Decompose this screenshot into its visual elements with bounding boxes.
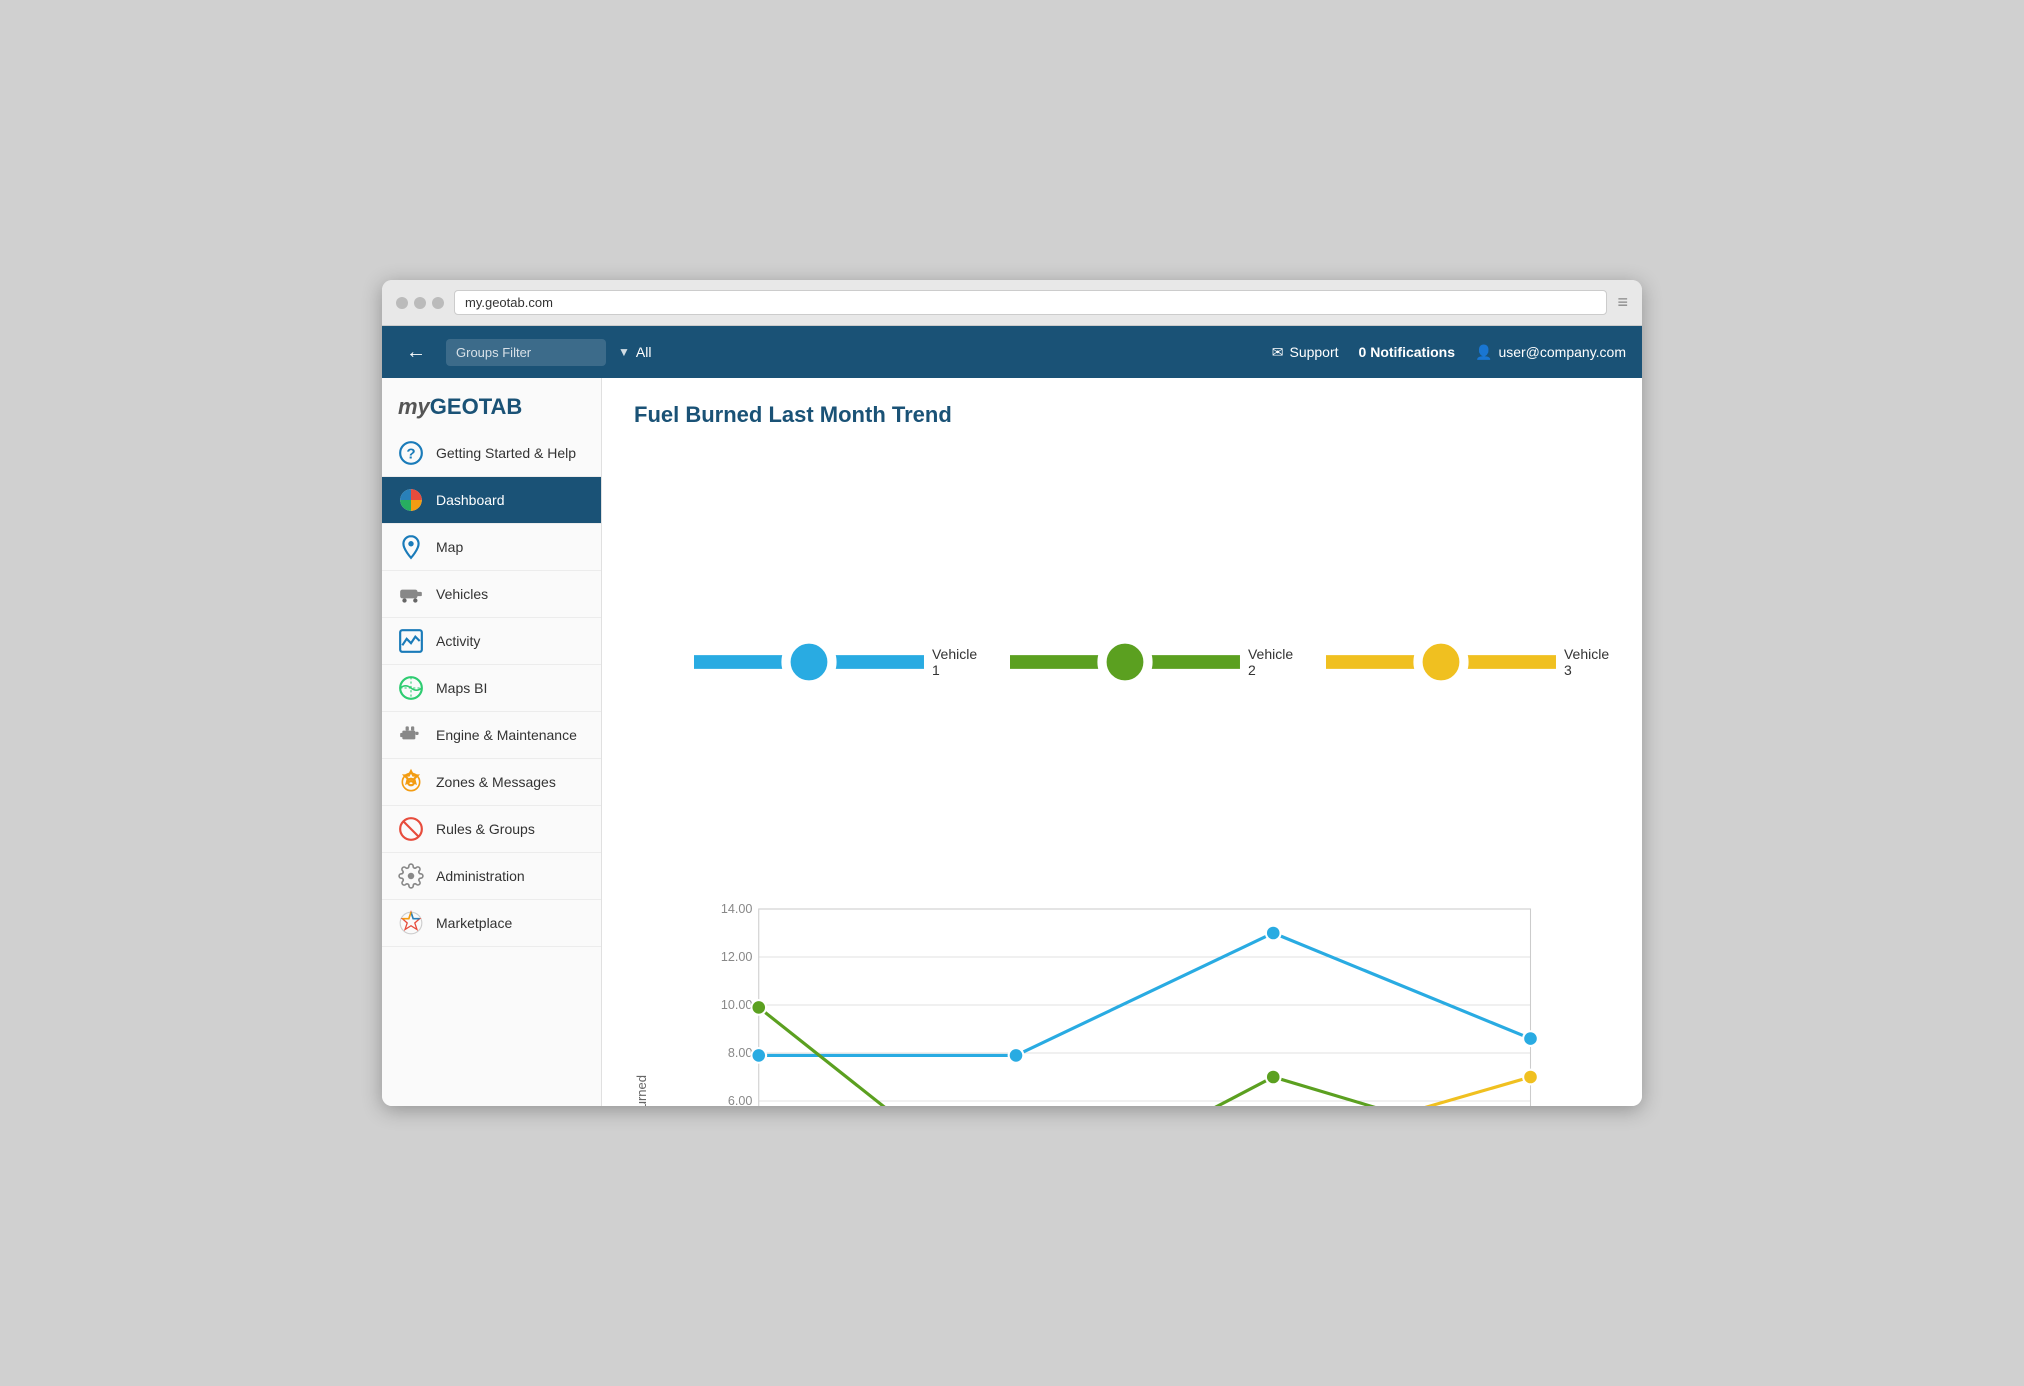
chart-wrapper: Fuel Burned 0.002.004.006.008.0010.0012.… (634, 888, 1610, 1106)
user-icon: 👤 (1475, 344, 1492, 361)
svg-text:8.00: 8.00 (728, 1046, 753, 1060)
sidebar-item-label-activity: Activity (436, 633, 480, 649)
svg-text:6.00: 6.00 (728, 1094, 753, 1106)
marketplace-icon (398, 910, 424, 936)
chart-svg-area: 0.002.004.006.008.0010.0012.0014.00Jun 0… (653, 888, 1610, 1106)
support-button[interactable]: ✉ Support (1272, 344, 1339, 361)
support-label: Support (1289, 344, 1338, 360)
sidebar-item-label-engine: Engine & Maintenance (436, 727, 577, 743)
chart-title: Fuel Burned Last Month Trend (634, 402, 1610, 428)
sidebar-item-label-maps-bi: Maps BI (436, 680, 487, 696)
browser-window: my.geotab.com ≡ ← ▼ All ✉ Support 0 Noti… (382, 280, 1642, 1106)
browser-dot-1 (396, 297, 408, 309)
sidebar-item-marketplace[interactable]: Marketplace (382, 900, 601, 947)
sidebar-item-label-map: Map (436, 539, 463, 555)
filter-label: All (636, 344, 652, 360)
browser-dots (396, 297, 444, 309)
y-axis-label: Fuel Burned (634, 1075, 649, 1106)
browser-dot-2 (414, 297, 426, 309)
main-content: myGEOTAB ?Getting Started & HelpDashboar… (382, 378, 1642, 1106)
sidebar-item-label-rules: Rules & Groups (436, 821, 535, 837)
browser-chrome: my.geotab.com ≡ (382, 280, 1642, 326)
browser-dot-3 (432, 297, 444, 309)
chart-legend: Vehicle 1 Vehicle 2 Vehicle 3 (694, 452, 1610, 872)
notifications-button[interactable]: 0 Notifications (1359, 344, 1455, 360)
chart-svg: 0.002.004.006.008.0010.0012.0014.00Jun 0… (653, 888, 1610, 1106)
svg-text:10.00: 10.00 (721, 998, 753, 1012)
user-label: user@company.com (1498, 344, 1626, 360)
support-icon: ✉ (1272, 344, 1284, 361)
legend-item-vehicle-1: Vehicle 1 (694, 452, 978, 872)
top-bar: ← ▼ All ✉ Support 0 Notifications 👤 user… (382, 326, 1642, 378)
sidebar-item-label-marketplace: Marketplace (436, 915, 512, 931)
sidebar-item-label-getting-started: Getting Started & Help (436, 445, 576, 461)
browser-menu-icon[interactable]: ≡ (1617, 292, 1628, 313)
sidebar-item-label-administration: Administration (436, 868, 525, 884)
sidebar-item-label-zones: Zones & Messages (436, 774, 556, 790)
sidebar-item-label-dashboard: Dashboard (436, 492, 505, 508)
user-button[interactable]: 👤 user@company.com (1475, 344, 1626, 361)
legend-item-vehicle-3: Vehicle 3 (1326, 452, 1610, 872)
svg-text:12.00: 12.00 (721, 950, 753, 964)
groups-filter-input[interactable] (446, 339, 606, 366)
filter-arrow-icon: ▼ (618, 345, 630, 359)
back-button[interactable]: ← (398, 337, 434, 368)
address-bar[interactable]: my.geotab.com (454, 290, 1607, 315)
filter-dropdown[interactable]: ▼ All (618, 344, 651, 360)
top-bar-right: ✉ Support 0 Notifications 👤 user@company… (1272, 344, 1626, 361)
content-area: Fuel Burned Last Month Trend Vehicle 1 V… (602, 378, 1642, 1106)
sidebar: myGEOTAB ?Getting Started & HelpDashboar… (382, 378, 602, 1106)
sidebar-item-label-vehicles: Vehicles (436, 586, 488, 602)
svg-text:14.00: 14.00 (721, 902, 753, 916)
legend-item-vehicle-2: Vehicle 2 (1010, 452, 1294, 872)
app-container: ← ▼ All ✉ Support 0 Notifications 👤 user… (382, 326, 1642, 1106)
